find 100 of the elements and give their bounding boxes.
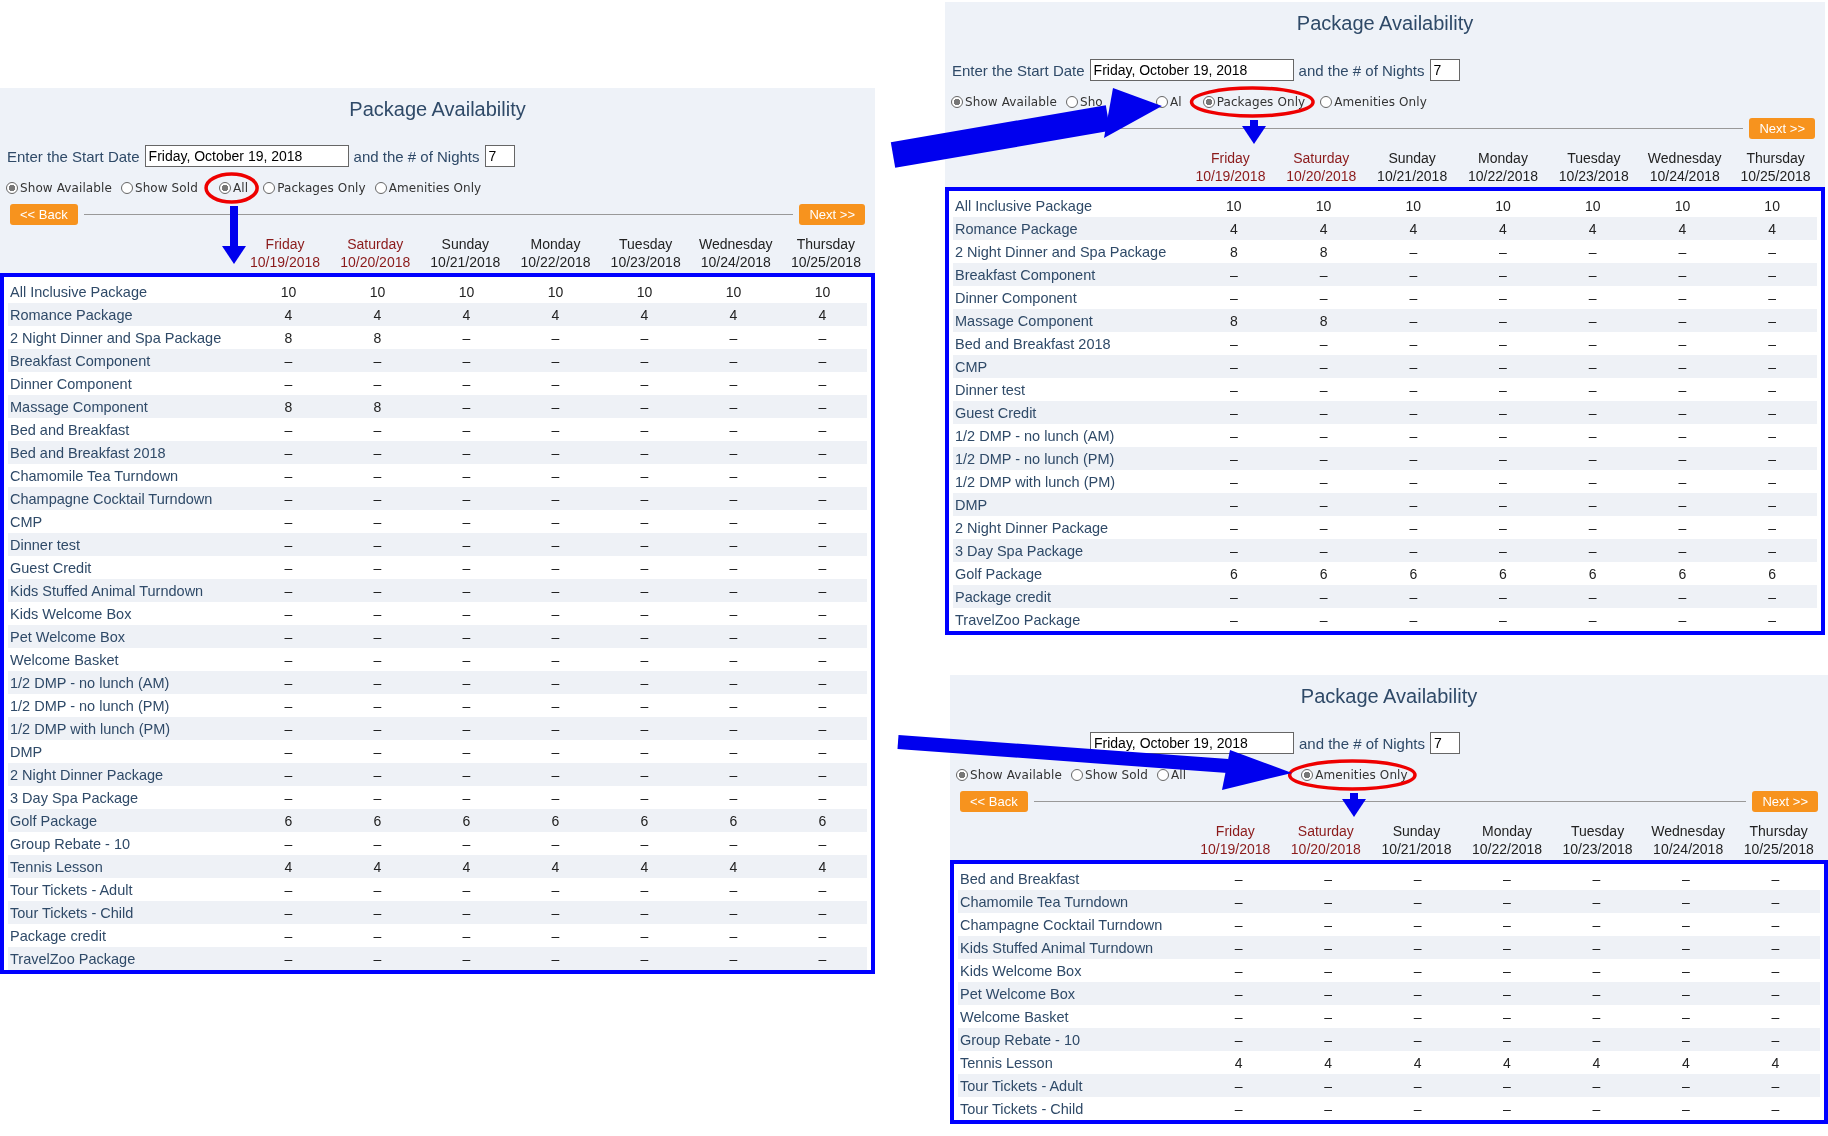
table-cell-text: 4 <box>1770 1054 1781 1071</box>
table-cell-text: – <box>817 582 828 599</box>
radio-label[interactable]: Amenities Only <box>1334 95 1427 109</box>
table-cell-text: – <box>1587 519 1598 536</box>
day-header: Saturday 10/20/2018 <box>1285 149 1358 185</box>
radio-label[interactable]: Show Sold <box>1084 768 1148 782</box>
table-cell-text: – <box>1323 870 1334 887</box>
radio-label[interactable]: Amenities Only <box>388 181 482 195</box>
radio-button[interactable] <box>1301 769 1314 781</box>
table-cell-text: – <box>817 605 828 622</box>
table-cell-text: – <box>550 421 561 438</box>
table-cell-text: – <box>1587 427 1598 444</box>
table-cell-text: 4 <box>1591 1054 1602 1071</box>
radio-button[interactable] <box>1320 96 1333 108</box>
radio-label[interactable]: Show Available <box>20 181 112 195</box>
radio-button[interactable] <box>1202 96 1215 108</box>
radio-label[interactable]: Show Available <box>965 95 1057 109</box>
radio-label[interactable]: Al <box>1169 95 1182 109</box>
table-cell-text: – <box>1408 450 1419 467</box>
package-name: Package credit <box>954 588 1052 605</box>
nights-field[interactable]: 7 <box>1429 732 1460 754</box>
package-name: 2 Night Dinner and Spa Package <box>954 243 1168 260</box>
radio-button[interactable] <box>263 182 276 194</box>
table-cell-text: – <box>1770 985 1781 1002</box>
radio-button[interactable] <box>120 182 133 194</box>
table-cell-text: – <box>1318 519 1329 536</box>
table-cell-text: – <box>1677 588 1688 605</box>
radio-button[interactable] <box>951 96 963 108</box>
table-cell-text: – <box>817 444 828 461</box>
radio-button[interactable] <box>1065 96 1078 108</box>
table-cell-text: – <box>461 421 472 438</box>
table-cell-text: – <box>817 421 828 438</box>
table-cell-text: – <box>550 398 561 415</box>
table-cell-text: – <box>1233 1100 1244 1117</box>
package-name: All Inclusive Package <box>954 197 1093 214</box>
table-cell-text: – <box>550 927 561 944</box>
radio-button[interactable] <box>6 182 18 194</box>
table-cell-text: – <box>1408 519 1419 536</box>
table-cell-text: 4 <box>1228 220 1239 237</box>
table-cell-text: – <box>728 582 739 599</box>
table-cell-text: – <box>1233 962 1244 979</box>
table-cell-text: – <box>550 904 561 921</box>
table-cell-text: 10 <box>724 283 743 300</box>
table-cell-text: – <box>283 490 294 507</box>
radio-button[interactable] <box>218 182 231 194</box>
radio-label[interactable]: All <box>232 181 249 195</box>
start-date-field[interactable]: Friday, October 19, 2018 <box>1089 59 1294 81</box>
table-cell-text: 8 <box>1318 312 1329 329</box>
table-cell-text: – <box>728 352 739 369</box>
table-cell-text: – <box>1228 427 1239 444</box>
package-name: Bed and Breakfast <box>959 870 1081 887</box>
table-cell-text: 10 <box>1494 197 1512 214</box>
table-cell-text: – <box>1680 985 1691 1002</box>
table-cell-text: – <box>639 582 650 599</box>
table-cell-text: – <box>639 605 650 622</box>
table-cell-text: – <box>1587 496 1598 513</box>
radio-label[interactable]: Packages Only <box>277 181 366 195</box>
table-cell-text: – <box>372 513 383 530</box>
table-cell-text: – <box>461 559 472 576</box>
table-cell-text: 6 <box>372 812 383 829</box>
day-header: Friday 10/19/2018 <box>249 235 322 271</box>
table-cell-text: – <box>372 950 383 967</box>
radio-button[interactable] <box>374 182 387 194</box>
radio-button[interactable] <box>956 769 968 781</box>
radio-button[interactable] <box>1156 769 1169 781</box>
radio-label[interactable]: All <box>1170 768 1187 782</box>
table-cell-text: – <box>550 835 561 852</box>
table-cell-text: – <box>639 375 650 392</box>
day-header: Saturday 10/20/2018 <box>339 235 412 271</box>
table-cell-text: – <box>1767 519 1778 536</box>
nights-field[interactable]: 7 <box>1429 59 1460 81</box>
package-name: 2 Night Dinner and Spa Package <box>9 329 223 346</box>
table-cell-text: – <box>1767 611 1778 628</box>
table-cell-text: – <box>1677 358 1688 375</box>
start-date-field[interactable]: Friday, October 19, 2018 <box>1090 732 1294 754</box>
table-cell-text: – <box>1770 893 1781 910</box>
radio-label[interactable]: Show Available <box>970 768 1062 782</box>
package-name: 1/2 DMP - no lunch (PM) <box>9 697 171 714</box>
table-cell-text: – <box>728 467 739 484</box>
start-date-field[interactable]: Friday, October 19, 2018 <box>144 145 349 167</box>
table-cell-text: – <box>1677 450 1688 467</box>
table-cell-text: – <box>283 789 294 806</box>
table-cell-text: 4 <box>1408 220 1419 237</box>
package-name: 2 Night Dinner Package <box>954 519 1110 536</box>
package-name: Massage Component <box>9 398 149 415</box>
table-cell-text: – <box>728 720 739 737</box>
table-cell-text: – <box>817 743 828 760</box>
table-cell-text: – <box>1502 893 1512 910</box>
table-cell-text: 4 <box>550 306 561 323</box>
package-name: Tour Tickets - Child <box>9 904 135 921</box>
radio-label[interactable]: Show Sold <box>134 181 198 195</box>
package-name: Massage Component <box>954 312 1094 329</box>
package-name: Bed and Breakfast <box>9 421 131 438</box>
table-cell-text: – <box>1318 473 1329 490</box>
package-name: TravelZoo Package <box>954 611 1082 628</box>
nights-field[interactable]: 7 <box>484 145 515 167</box>
table-cell-text: – <box>461 835 472 852</box>
radio-button[interactable] <box>1070 769 1083 781</box>
table-cell-text: – <box>1233 1077 1244 1094</box>
radio-label[interactable]: Sho <box>1079 95 1103 109</box>
